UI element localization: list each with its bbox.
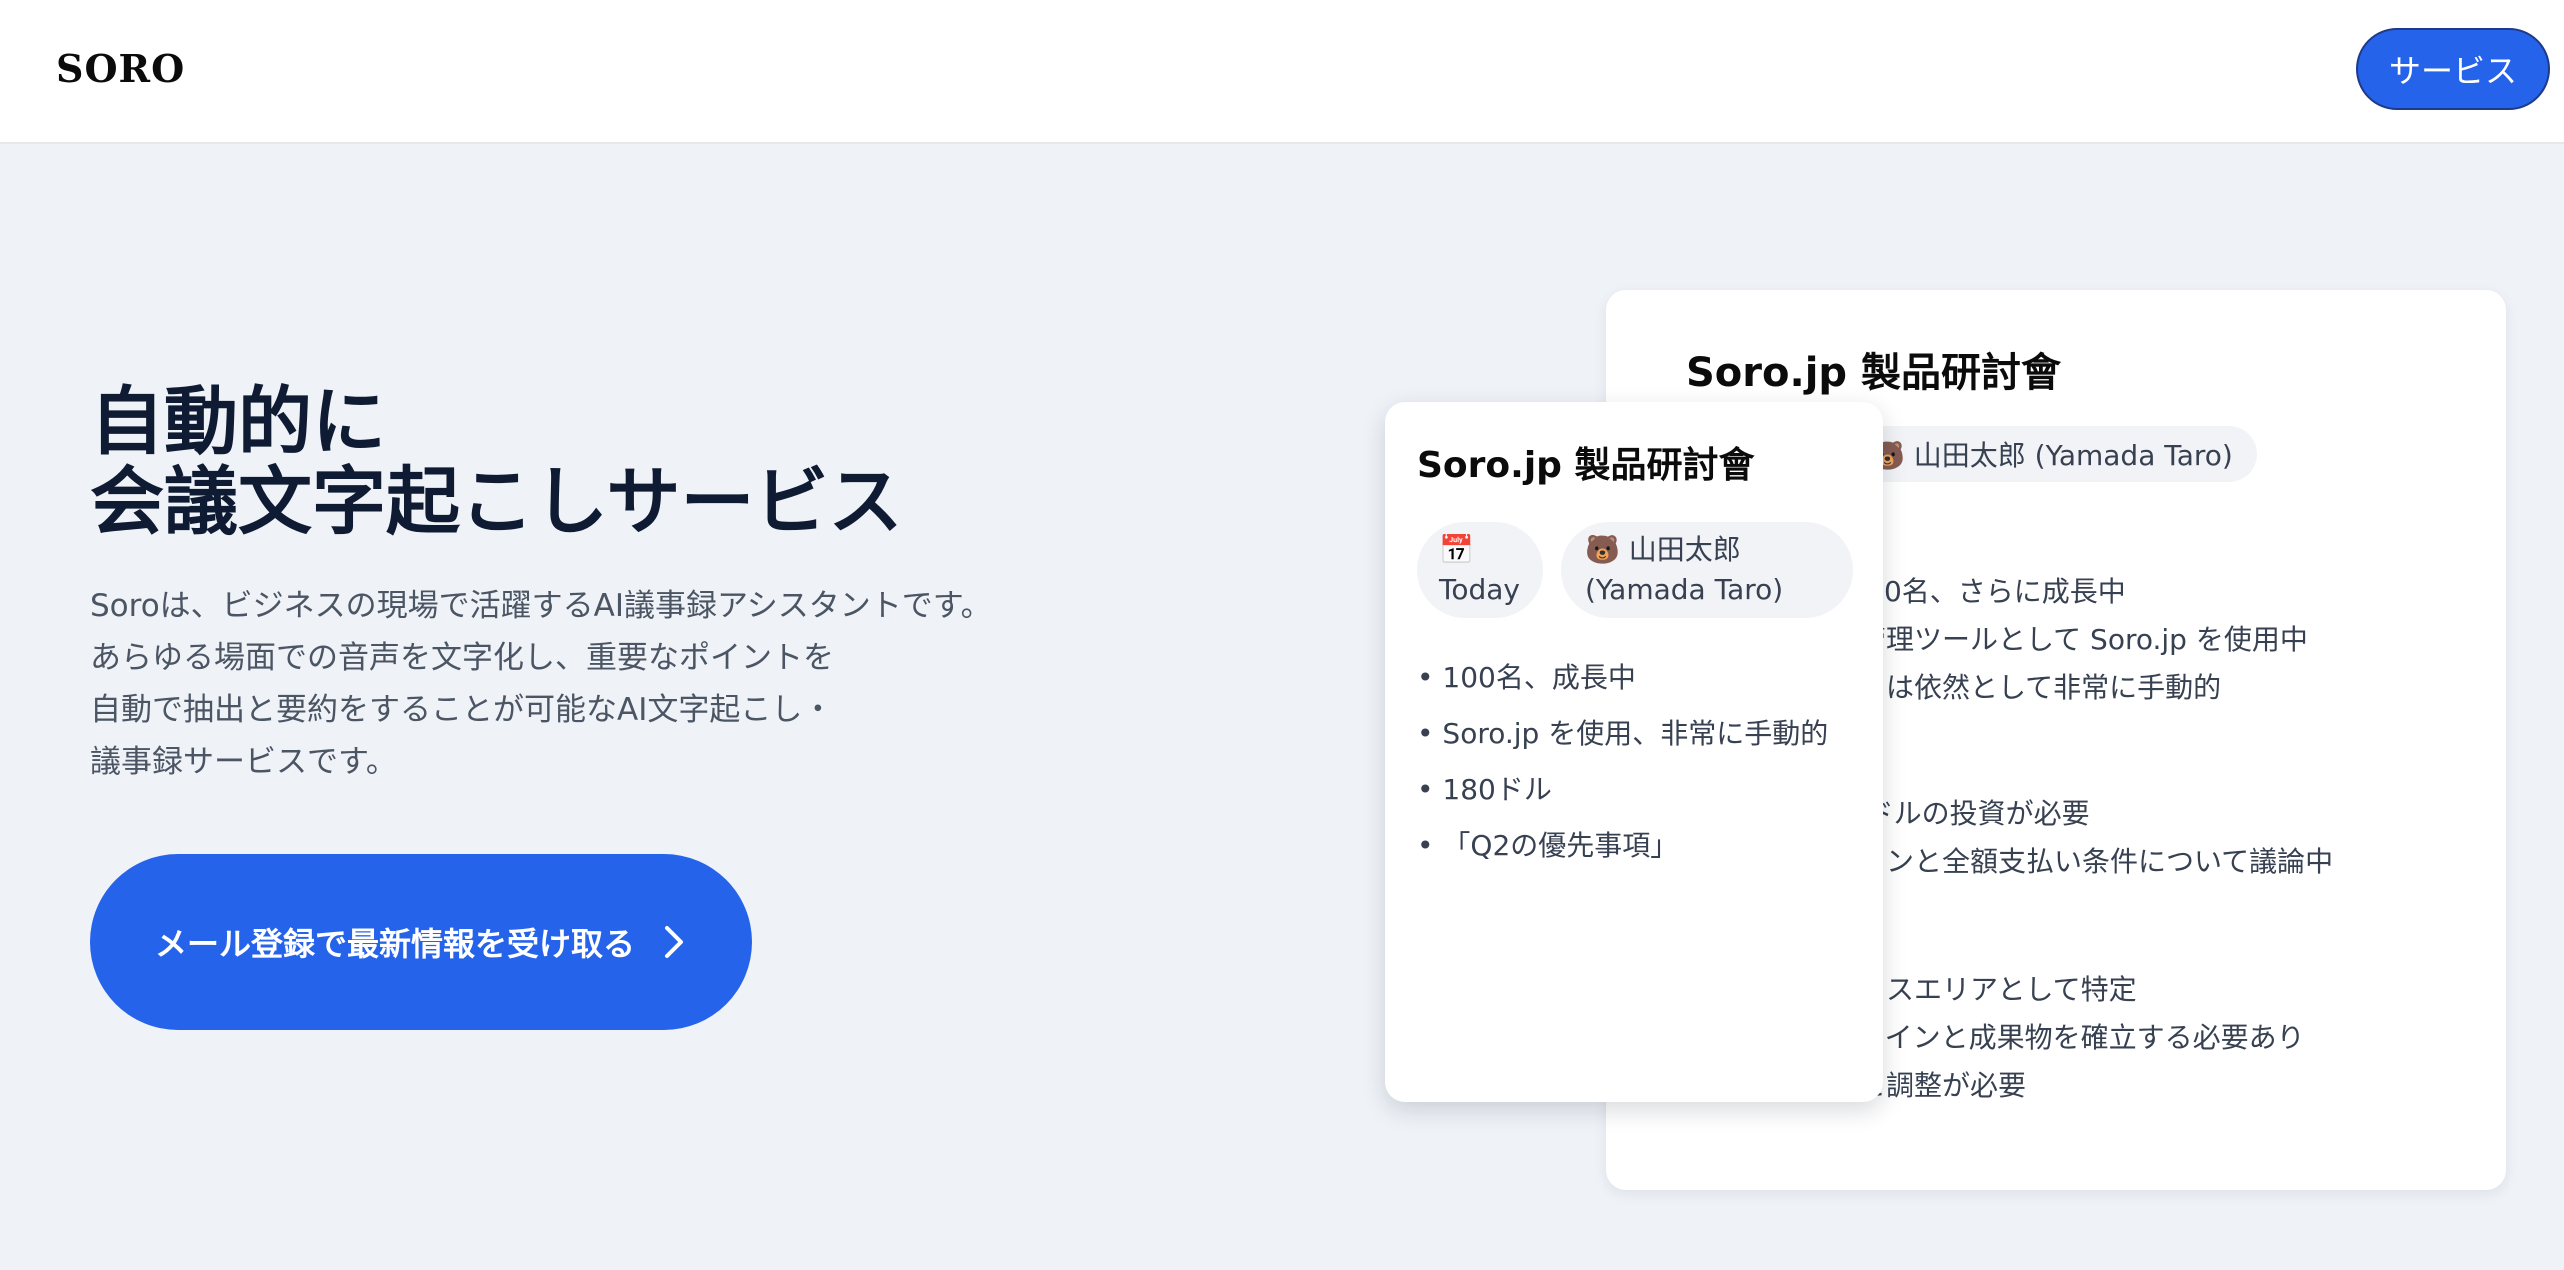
chevron-right-icon [665,926,683,958]
email-signup-button[interactable]: メール登録で最新情報を受け取る [90,854,752,1030]
back-card-user-chip: 🐻 山田太郎 (Yamada Taro) [1846,426,2257,482]
hero-title-line-2: 会議文字起こしサービス [90,459,903,545]
user-chip-romaji: (Yamada Taro) [1585,573,1784,606]
hero-title-line-1: 自動的に [90,379,386,465]
list-item: • 100名、成長中 [1417,661,1636,694]
front-card-title: Soro.jp 製品研討會 [1417,445,1755,486]
services-button[interactable]: サービス [2356,28,2550,110]
list-item: • Soro.jp を使用、非常に手動的 [1417,717,1829,750]
list-item: • 「Q2の優先事項」 [1417,829,1679,862]
summary-bullet-list: • 100名、成長中 • Soro.jp を使用、非常に手動的 • 180ドル … [1417,650,1828,874]
back-card-line: ェスは依然として非常に手動的 [1830,671,2222,704]
list-item: • 180ドル [1417,773,1552,806]
hero-title: 自動的に 会議文字起こしサービス [90,382,903,542]
back-card-title: Soro.jp 製品研討會 [1686,350,2061,396]
back-card-line: ションと全額支払い条件について議論中 [1830,845,2334,878]
site-header: SORO サービス [0,0,2564,144]
date-chip: 📅 Today [1417,522,1543,618]
meeting-summary-card-front: Soro.jp 製品研討會 📅 Today 🐻 山田太郎 (Yamada Tar… [1385,402,1883,1102]
soro-logo[interactable]: SORO [56,46,185,91]
back-card-line: ムラインと成果物を確立する必要あり [1830,1021,2305,1054]
hero-description-line-1: Soroは、ビジネスの現場で活躍するAI議事録アシスタントです。 [90,588,992,624]
hero-description: Soroは、ビジネスの現場で活躍するAI議事録アシスタントです。 あらゆる場面で… [90,580,992,788]
user-chip-name: 🐻 山田太郎 [1585,533,1741,566]
hero-description-line-3: 自動で抽出と要約をすることが可能なAI文字起こし・ [90,692,834,728]
back-card-line: ト管理ツールとして Soro.jp を使用中 [1830,623,2308,656]
date-chip-label: Today [1439,573,1520,606]
user-chip: 🐻 山田太郎 (Yamada Taro) [1561,522,1853,618]
calendar-icon: 📅 [1439,533,1474,566]
hero-description-line-2: あらゆる場面での音声を文字化し、重要なポイントを [90,640,834,676]
hero-description-line-4: 議事録サービスです。 [90,744,397,780]
email-signup-label: メール登録で最新情報を受け取る [154,925,635,963]
